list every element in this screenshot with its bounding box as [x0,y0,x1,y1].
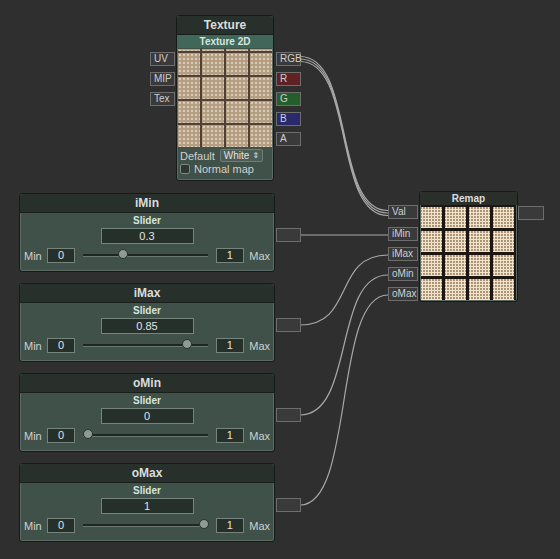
default-dropdown[interactable]: White⇕ [220,149,263,162]
min-field[interactable]: 0 [47,518,76,533]
slider-body: Slider0Min01Max [20,393,274,443]
max-label: Max [249,250,270,262]
node-subtitle: Slider [22,303,272,317]
node-title: Remap [420,192,517,205]
node-subtitle: Slider [22,393,272,407]
node-subtitle: Slider [22,483,272,497]
min-label: Min [24,340,42,352]
dropdown-arrows-icon: ⇕ [252,151,259,160]
max-label: Max [249,430,270,442]
slider-node[interactable]: oMinSlider0Min01Max [19,373,275,452]
texture-node[interactable]: TextureTexture 2DDefaultWhite⇕Normal map… [176,15,274,181]
min-field[interactable]: 0 [47,248,76,263]
slider-node[interactable]: iMaxSlider0.85 Min 0 1 Max [19,283,275,362]
output-port[interactable] [276,498,301,512]
input-port[interactable]: iMax [388,247,418,261]
output-port[interactable] [276,228,301,242]
input-port[interactable]: UV [150,52,175,66]
min-label: Min [24,430,42,442]
min-field[interactable]: 0 [47,338,76,353]
slider-body: Slider0.3 Min 0 1 Max [20,213,274,263]
slider-thumb[interactable] [182,339,192,349]
max-field[interactable]: 1 [216,338,245,353]
node-title: iMax [20,284,274,303]
default-row: Default White⇕ [177,147,273,162]
range-row: Min 0 1 Max [22,426,272,443]
slider-track[interactable] [83,344,207,347]
output-port[interactable]: RGB [276,52,301,66]
dropdown-value: White [224,150,250,161]
default-label: Default [180,150,215,162]
value-field[interactable]: 1 [101,498,194,514]
remap-node[interactable]: RemapValiMiniMaxoMinoMax [419,191,518,302]
max-field[interactable]: 1 [216,518,245,533]
output-port[interactable] [276,318,301,332]
slider-track[interactable] [83,524,207,527]
slider-thumb[interactable] [118,249,128,259]
value-field[interactable]: 0.3 [101,228,194,244]
range-row: Min 0 1 Max [22,516,272,533]
range-row: Min 0 1 Max [22,246,272,263]
input-port[interactable]: oMax [388,287,418,301]
node-subtitle: Texture 2D [177,35,273,48]
remap-preview [421,205,516,300]
normal-map-row[interactable]: Normal map [177,162,273,176]
min-label: Min [24,520,42,532]
max-label: Max [249,520,270,532]
output-port[interactable]: R [276,72,301,86]
min-label: Min [24,250,42,262]
wire[interactable] [300,275,388,415]
value-field[interactable]: 0 [101,408,194,424]
slider-track[interactable] [83,434,207,437]
slider-body: Slider0.85 Min 0 1 Max [20,303,274,353]
output-port[interactable] [276,408,301,422]
slider-node[interactable]: iMinSlider0.3 Min 0 1 Max [19,193,275,272]
value-row: 1 [22,497,272,516]
normal-map-checkbox[interactable] [180,164,190,174]
node-title: Texture [177,16,273,35]
min-field[interactable]: 0 [47,428,76,443]
input-ports: UV MIP Tex [150,52,175,106]
output-port[interactable]: B [276,112,301,126]
wire[interactable] [300,295,388,505]
output-port[interactable]: G [276,92,301,106]
slider-track[interactable] [83,254,207,257]
value-row: 0.85 [22,317,272,336]
value-row: 0 [22,407,272,426]
value-row: 0.3 [22,227,272,246]
normal-map-label: Normal map [194,163,254,175]
node-title: oMax [20,464,274,483]
value-field[interactable]: 0.85 [101,318,194,334]
slider-body: Slider1Min01Max [20,483,274,533]
input-ports: Val iMin iMax oMin oMax [388,205,418,301]
output-ports: RGBRGBA [276,52,301,146]
input-port[interactable]: Val [388,205,418,219]
max-label: Max [249,340,270,352]
output-port[interactable] [518,206,544,220]
node-subtitle: Slider [22,213,272,227]
node-canvas[interactable]: TextureTexture 2DDefaultWhite⇕Normal map… [0,0,560,559]
output-port[interactable]: A [276,132,301,146]
wire[interactable] [300,255,388,325]
input-port[interactable]: iMin [388,227,418,241]
input-port[interactable]: Tex [150,92,175,106]
input-port[interactable]: oMin [388,267,418,281]
wire[interactable] [300,234,388,235]
node-title: iMin [20,194,274,213]
max-field[interactable]: 1 [216,428,245,443]
slider-thumb[interactable] [199,519,209,529]
slider-thumb[interactable] [83,429,93,439]
node-title: oMin [20,374,274,393]
texture-preview [178,49,272,147]
max-field[interactable]: 1 [216,248,245,263]
input-port[interactable]: MIP [150,72,175,86]
slider-node[interactable]: oMaxSlider1Min01Max [19,463,275,542]
range-row: Min 0 1 Max [22,336,272,353]
wire[interactable] [300,62,388,216]
